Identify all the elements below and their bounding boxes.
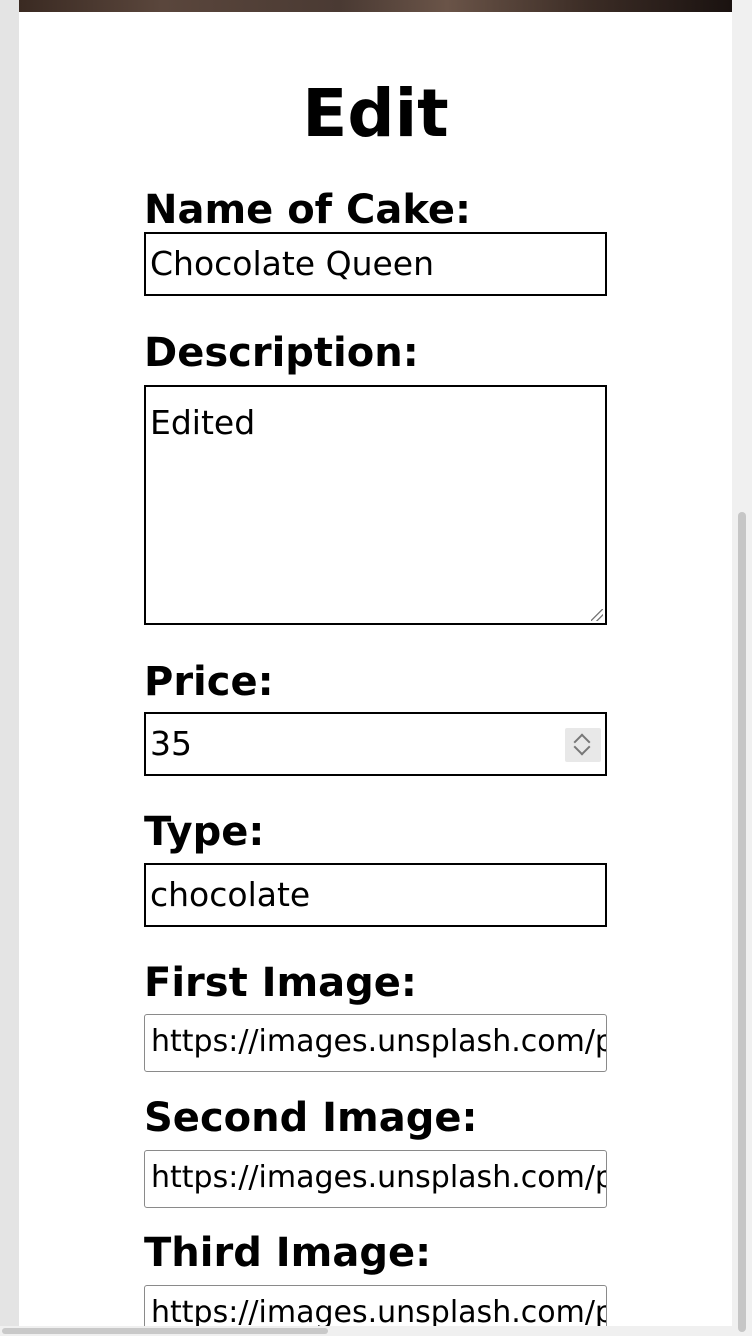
first-image-input[interactable]: https://images.unsplash.com/ph	[144, 1014, 607, 1072]
edit-form-card: Edit Name of Cake: Chocolate Queen Descr…	[19, 12, 732, 1336]
up-down-chevron-icon[interactable]	[565, 728, 601, 762]
price-value: 35	[150, 724, 192, 763]
type-input[interactable]: chocolate	[144, 863, 607, 927]
vertical-scrollbar-thumb[interactable]	[738, 512, 746, 1332]
first-image-label: First Image:	[144, 960, 417, 1006]
price-label: Price:	[144, 659, 274, 705]
third-image-label: Third Image:	[144, 1230, 432, 1276]
resize-grip-icon[interactable]	[591, 609, 603, 621]
price-input[interactable]: 35	[144, 712, 607, 776]
type-label: Type:	[144, 809, 265, 855]
description-textarea[interactable]: Edited	[144, 385, 607, 625]
second-image-input[interactable]: https://images.unsplash.com/ph	[144, 1150, 607, 1208]
second-image-label: Second Image:	[144, 1095, 478, 1141]
name-label: Name of Cake:	[144, 187, 472, 233]
description-label: Description:	[144, 330, 419, 376]
horizontal-scrollbar-thumb[interactable]	[2, 1328, 328, 1334]
page-title: Edit	[302, 75, 449, 152]
description-text: Edited	[150, 403, 256, 442]
name-input[interactable]: Chocolate Queen	[144, 232, 607, 296]
